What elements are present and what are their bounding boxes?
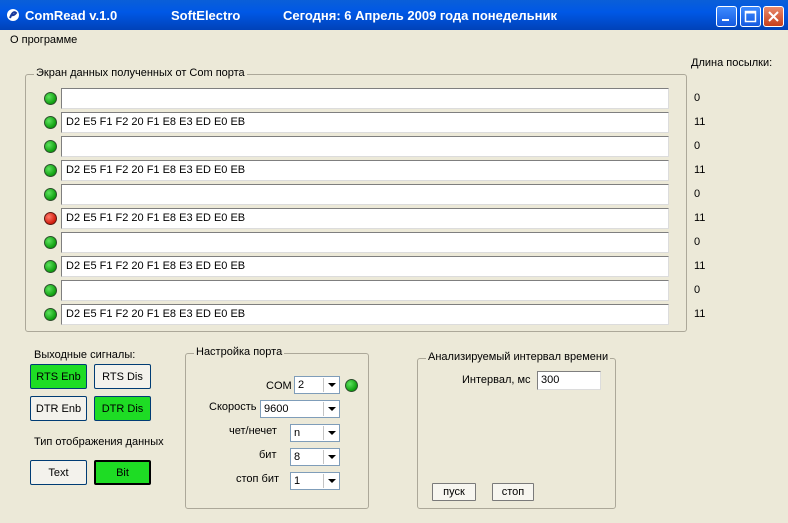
date-text: Сегодня: 6 Апрель 2009 года понедельник xyxy=(283,8,557,23)
app-title: ComRead v.1.0 xyxy=(25,8,118,23)
close-icon xyxy=(768,11,779,22)
speed-select[interactable]: 9600 xyxy=(260,400,340,418)
com-label: COM xyxy=(266,380,292,392)
data-row-field[interactable] xyxy=(61,184,669,205)
parity-value: n xyxy=(294,427,301,439)
interval-title: Анализируемый интервал времени xyxy=(426,351,611,363)
interval-input[interactable]: 300 xyxy=(537,371,601,390)
close-button[interactable] xyxy=(763,6,784,27)
data-row-field[interactable]: D2 E5 F1 F2 20 F1 E8 E3 ED E0 EB xyxy=(61,112,669,133)
row-length: 11 xyxy=(694,164,706,176)
bits-label: бит xyxy=(259,449,277,461)
length-header: Длина посылки: xyxy=(691,57,773,69)
data-row-field[interactable]: D2 E5 F1 F2 20 F1 E8 E3 ED E0 EB xyxy=(61,304,669,325)
rts-enable-button[interactable]: RTS Enb xyxy=(30,364,87,389)
row-length: 0 xyxy=(694,236,701,248)
port-settings-group: Настройка порта xyxy=(185,346,369,509)
rts-disable-button[interactable]: RTS Dis xyxy=(94,364,151,389)
row-status-led xyxy=(44,308,57,321)
minimize-button[interactable] xyxy=(716,6,737,27)
data-row-field[interactable] xyxy=(61,280,669,301)
row-status-led xyxy=(44,92,57,105)
stop-bits-label: стоп бит xyxy=(236,473,280,485)
row-length: 0 xyxy=(694,92,701,104)
row-status-led xyxy=(44,284,57,297)
row-status-led xyxy=(44,116,57,129)
port-settings-title: Настройка порта xyxy=(194,346,285,358)
company-name: SoftElectro xyxy=(171,8,241,23)
row-length: 0 xyxy=(694,284,701,296)
stop-bits-value: 1 xyxy=(294,475,301,487)
interval-label: Интервал, мс xyxy=(462,374,531,386)
data-row-field[interactable]: D2 E5 F1 F2 20 F1 E8 E3 ED E0 EB xyxy=(61,256,669,277)
display-type-title: Тип отображения данных xyxy=(34,436,164,448)
bit-mode-button[interactable]: Bit xyxy=(94,460,151,485)
row-status-led xyxy=(44,260,57,273)
data-row-field[interactable]: D2 E5 F1 F2 20 F1 E8 E3 ED E0 EB xyxy=(61,160,669,181)
parity-label: чет/нечет xyxy=(229,425,277,437)
row-length: 11 xyxy=(694,308,706,320)
bits-value: 8 xyxy=(294,451,301,463)
dtr-enable-button[interactable]: DTR Enb xyxy=(30,396,87,421)
com-value: 2 xyxy=(298,379,305,391)
data-row-field[interactable] xyxy=(61,88,669,109)
dtr-disable-button[interactable]: DTR Dis xyxy=(94,396,151,421)
row-status-led xyxy=(44,164,57,177)
port-status-led xyxy=(345,379,358,392)
menu-about[interactable]: О программе xyxy=(10,34,77,46)
stop-bits-select[interactable]: 1 xyxy=(290,472,340,490)
row-length: 11 xyxy=(694,212,706,224)
maximize-icon xyxy=(744,10,757,23)
chevron-down-icon[interactable] xyxy=(323,450,338,464)
app-icon xyxy=(7,9,19,21)
data-screen-title: Экран данных полученных от Com порта xyxy=(34,67,247,79)
menu-bar: О программе xyxy=(0,30,788,50)
start-button[interactable]: пуск xyxy=(432,483,476,501)
chevron-down-icon[interactable] xyxy=(323,378,338,392)
signals-title: Выходные сигналы: xyxy=(34,349,136,361)
data-row-field[interactable] xyxy=(61,136,669,157)
row-status-led xyxy=(44,236,57,249)
bits-select[interactable]: 8 xyxy=(290,448,340,466)
row-length: 11 xyxy=(694,116,706,128)
row-length: 0 xyxy=(694,188,701,200)
chevron-down-icon[interactable] xyxy=(323,402,338,416)
row-status-led xyxy=(44,140,57,153)
title-bar[interactable]: ComRead v.1.0 SoftElectro Сегодня: 6 Апр… xyxy=(0,0,788,30)
text-mode-button[interactable]: Text xyxy=(30,460,87,485)
maximize-button[interactable] xyxy=(740,6,761,27)
speed-value: 9600 xyxy=(264,403,289,415)
row-status-led xyxy=(44,188,57,201)
speed-label: Скорость xyxy=(209,401,257,413)
row-status-led xyxy=(44,212,57,225)
data-row-field[interactable] xyxy=(61,232,669,253)
chevron-down-icon[interactable] xyxy=(323,474,338,488)
minimize-icon xyxy=(722,19,729,21)
data-row-field[interactable]: D2 E5 F1 F2 20 F1 E8 E3 ED E0 EB xyxy=(61,208,669,229)
parity-select[interactable]: n xyxy=(290,424,340,442)
row-length: 0 xyxy=(694,140,701,152)
com-select[interactable]: 2 xyxy=(294,376,340,394)
stop-button[interactable]: стоп xyxy=(492,483,534,501)
chevron-down-icon[interactable] xyxy=(323,426,338,440)
row-length: 11 xyxy=(694,260,706,272)
